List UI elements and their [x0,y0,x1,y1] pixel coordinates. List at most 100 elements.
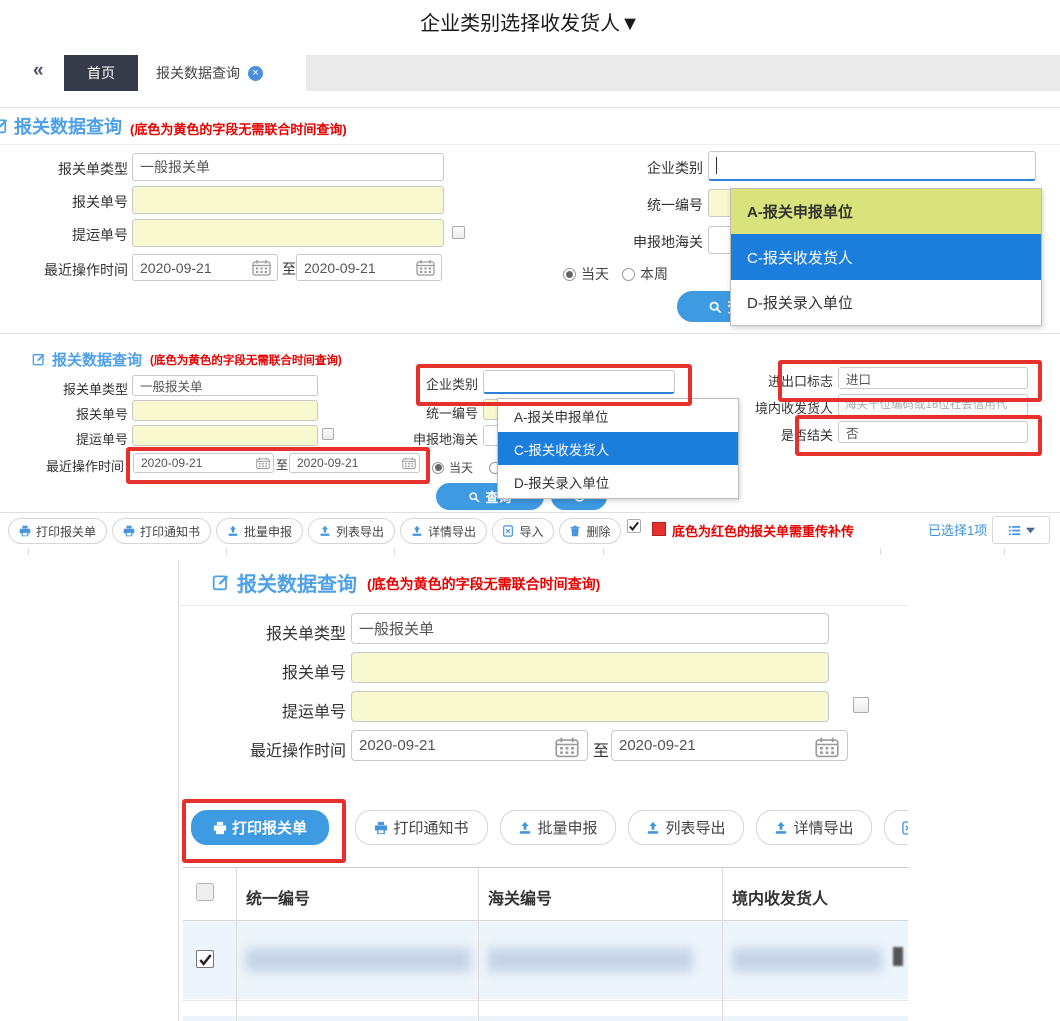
ie-flag-input[interactable]: 进口 [838,367,1028,389]
screenshot-root: 企业类别选择收发货人▼ « 首页 报关数据查询 × 报关数据查询 (底色为黄色的… [0,0,1060,1021]
radio-today[interactable]: 当天 [432,459,473,476]
enterprise-type-dropdown: A-报关申报单位 C-报关收发货人 D-报关录入单位 [730,188,1042,326]
decl-no-label: 报关单号 [10,192,128,212]
dropdown-option-d[interactable]: D-报关录入单位 [731,280,1041,325]
ent-type-input[interactable] [708,151,1036,181]
select-all-checkbox[interactable] [196,883,214,901]
closed-flag-input[interactable]: 否 [838,421,1028,443]
ent-type-label: 企业类别 [560,158,703,178]
list-export-button[interactable]: 列表导出 [308,518,395,544]
print-icon [374,821,388,835]
print-declaration-button[interactable]: 打印报关单 [191,810,329,845]
row-checkbox[interactable] [196,950,214,968]
table-divider [28,548,29,555]
dropdown-option-a[interactable]: A-报关申报单位 [498,399,738,432]
bill-no-checkbox[interactable] [322,428,334,440]
button-label: 列表导出 [336,523,384,540]
import-button[interactable]: 导入 [884,810,908,845]
op-time-label: 最近操作时间 [2,260,128,280]
table-divider [722,868,723,1021]
row-divider [183,1000,908,1001]
section1-subtitle: (底色为黄色的字段无需联合时间查询) [130,119,347,138]
ent-type-input[interactable] [483,370,675,394]
decl-type-input[interactable]: 一般报关单 [132,375,318,396]
calendar-icon[interactable] [256,456,270,470]
ent-type-label: 企业类别 [370,374,478,393]
section2-title: 报关数据查询 [52,349,142,370]
dropdown-option-c[interactable]: C-报关收发货人 [731,234,1041,280]
calendar-icon[interactable] [555,735,579,759]
decl-no-input[interactable] [132,186,444,214]
dropdown-option-d[interactable]: D-报关录入单位 [498,465,738,498]
toolbar-checkbox[interactable] [627,519,641,533]
dropdown-option-a[interactable]: A-报关申报单位 [731,189,1041,234]
button-label: 详情导出 [428,523,476,540]
section2-subtitle: (底色为黄色的字段无需联合时间查询) [150,352,342,368]
decl-type-input[interactable]: 一般报关单 [132,153,444,181]
bill-no-checkbox[interactable] [452,226,465,239]
consignee-input[interactable] [838,394,1028,416]
print-icon [19,525,31,537]
decl-type-label: 报关单类型 [10,159,128,179]
calendar-icon[interactable] [815,735,839,759]
radio-today-label: 当天 [581,264,609,284]
trash-icon [569,525,581,537]
calendar-icon[interactable] [252,258,271,277]
enterprise-type-dropdown: A-报关申报单位 C-报关收发货人 D-报关录入单位 [497,398,739,499]
caret-down-icon [1026,526,1035,535]
tab-query[interactable]: 报关数据查询 × [138,55,306,91]
radio-today-label: 当天 [449,459,473,476]
bill-no-input[interactable] [132,219,444,247]
print-icon [123,525,135,537]
unified-no-label: 统一编号 [370,403,478,422]
button-label: 打印通知书 [140,523,200,540]
dropdown-option-c[interactable]: C-报关收发货人 [498,432,738,465]
date-to-input[interactable]: 2020-09-21 [611,730,848,761]
button-label: 批量申报 [537,817,597,838]
legend-text: 底色为红色的报关单需重传补传 [672,521,854,540]
closed-flag-label: 是否结关 [733,425,833,444]
bill-no-checkbox[interactable] [853,697,869,713]
date-to-input[interactable]: 2020-09-21 [289,453,420,473]
decl-type-input[interactable]: 一般报关单 [351,613,829,644]
button-label: 打印报关单 [36,523,96,540]
print-notice-button[interactable]: 打印通知书 [355,810,488,845]
close-tab-icon[interactable]: × [248,66,263,81]
unified-no-label: 统一编号 [560,195,703,215]
bill-no-input[interactable] [132,425,318,446]
button-label: 详情导出 [793,817,853,838]
import-button[interactable]: 导入 [492,518,554,544]
calendar-icon[interactable] [402,456,416,470]
delete-button[interactable]: 删除 [559,518,621,544]
calendar-icon[interactable] [416,258,435,277]
collapse-tabs-icon[interactable]: « [33,60,44,82]
decl-no-input[interactable] [351,652,829,683]
print-declaration-button[interactable]: 打印报关单 [8,518,107,544]
table-divider [226,548,227,555]
decl-type-label: 报关单类型 [179,620,346,644]
batch-declare-button[interactable]: 批量申报 [216,518,303,544]
date-range-to-label: 至 [593,737,609,761]
detail-export-button[interactable]: 详情导出 [756,810,872,845]
bill-no-input[interactable] [351,691,829,722]
tab-home[interactable]: 首页 [64,55,138,91]
edit-icon [0,117,9,134]
date-from-input[interactable]: 2020-09-21 [351,730,588,761]
decl-no-input[interactable] [132,400,318,421]
redacted-cell [488,948,693,972]
radio-week[interactable]: 本周 [622,264,668,284]
redacted-cell [732,948,882,972]
radio-today[interactable]: 当天 [563,264,609,284]
button-label: 导入 [519,523,543,540]
table-divider [478,868,479,1021]
print-notice-button[interactable]: 打印通知书 [112,518,211,544]
search-icon [708,300,722,314]
customs-label: 申报地海关 [370,429,478,448]
column-settings-button[interactable] [992,516,1050,544]
list-export-button[interactable]: 列表导出 [628,810,744,845]
detail-export-button[interactable]: 详情导出 [400,518,487,544]
batch-declare-button[interactable]: 批量申报 [500,810,616,845]
date-from-input[interactable]: 2020-09-21 [133,453,274,473]
col-header-customs-no: 海关编号 [488,885,552,909]
selected-count: 已选择1项 [928,520,987,539]
